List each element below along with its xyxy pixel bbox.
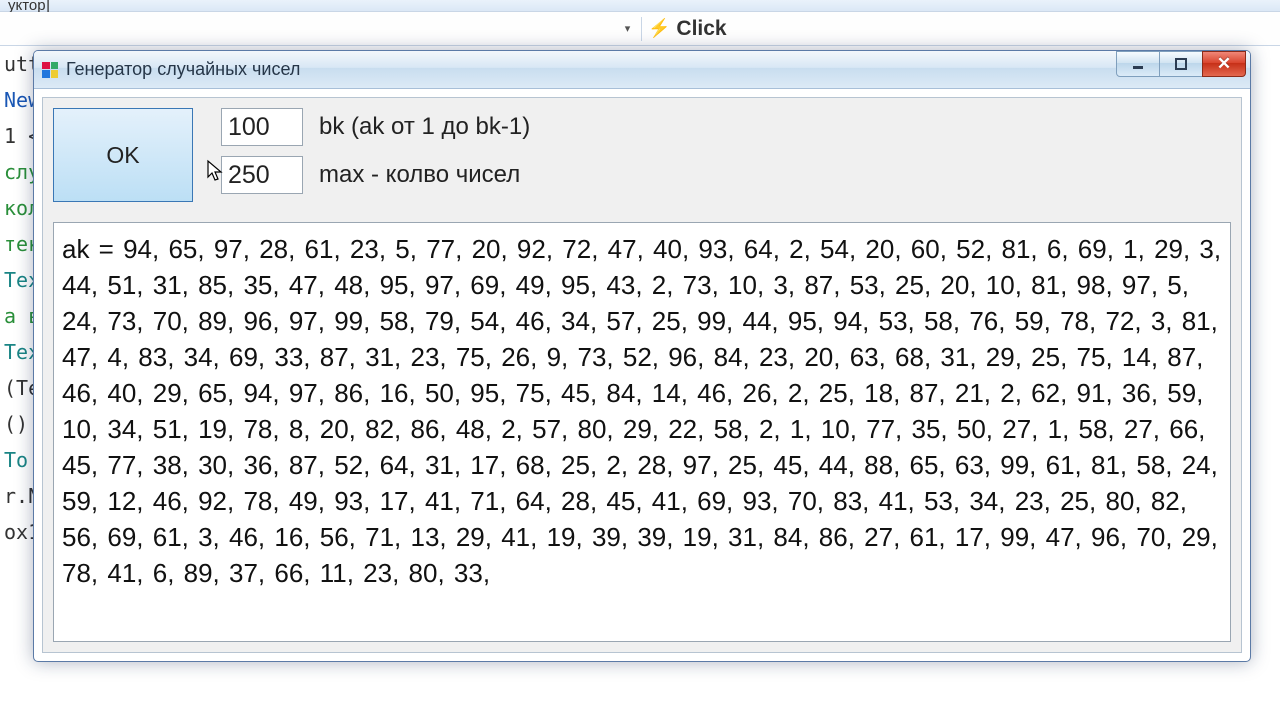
maximize-button[interactable] [1159, 51, 1203, 77]
max-label: max - колво чисел [319, 161, 520, 189]
bk-input[interactable] [221, 108, 303, 146]
client-area: OK bk (ak от 1 до bk-1) max - колво чисе… [42, 97, 1242, 653]
ide-tab-bar: уктор] [0, 0, 1280, 12]
close-button[interactable]: ✕ [1202, 51, 1246, 77]
titlebar[interactable]: Генератор случайных чисел ✕ [34, 51, 1250, 89]
ide-toolbar: ▾ ⚡ Click [0, 12, 1280, 46]
close-icon: ✕ [1217, 54, 1231, 74]
separator [641, 17, 642, 41]
bk-label: bk (ak от 1 до bk-1) [319, 113, 530, 141]
bolt-icon: ⚡ [648, 18, 670, 39]
ok-button[interactable]: OK [53, 108, 193, 202]
window-controls: ✕ [1117, 51, 1246, 77]
app-window: Генератор случайных чисел ✕ OK bk (ak от… [33, 50, 1251, 662]
minimize-button[interactable] [1116, 51, 1160, 77]
window-title: Генератор случайных чисел [66, 59, 300, 80]
app-icon [42, 62, 58, 78]
output-textbox[interactable]: ak = 94, 65, 97, 28, 61, 23, 5, 77, 20, … [53, 222, 1231, 642]
event-name[interactable]: Click [676, 17, 726, 41]
max-input[interactable] [221, 156, 303, 194]
dropdown-arrow-icon[interactable]: ▾ [620, 20, 635, 38]
